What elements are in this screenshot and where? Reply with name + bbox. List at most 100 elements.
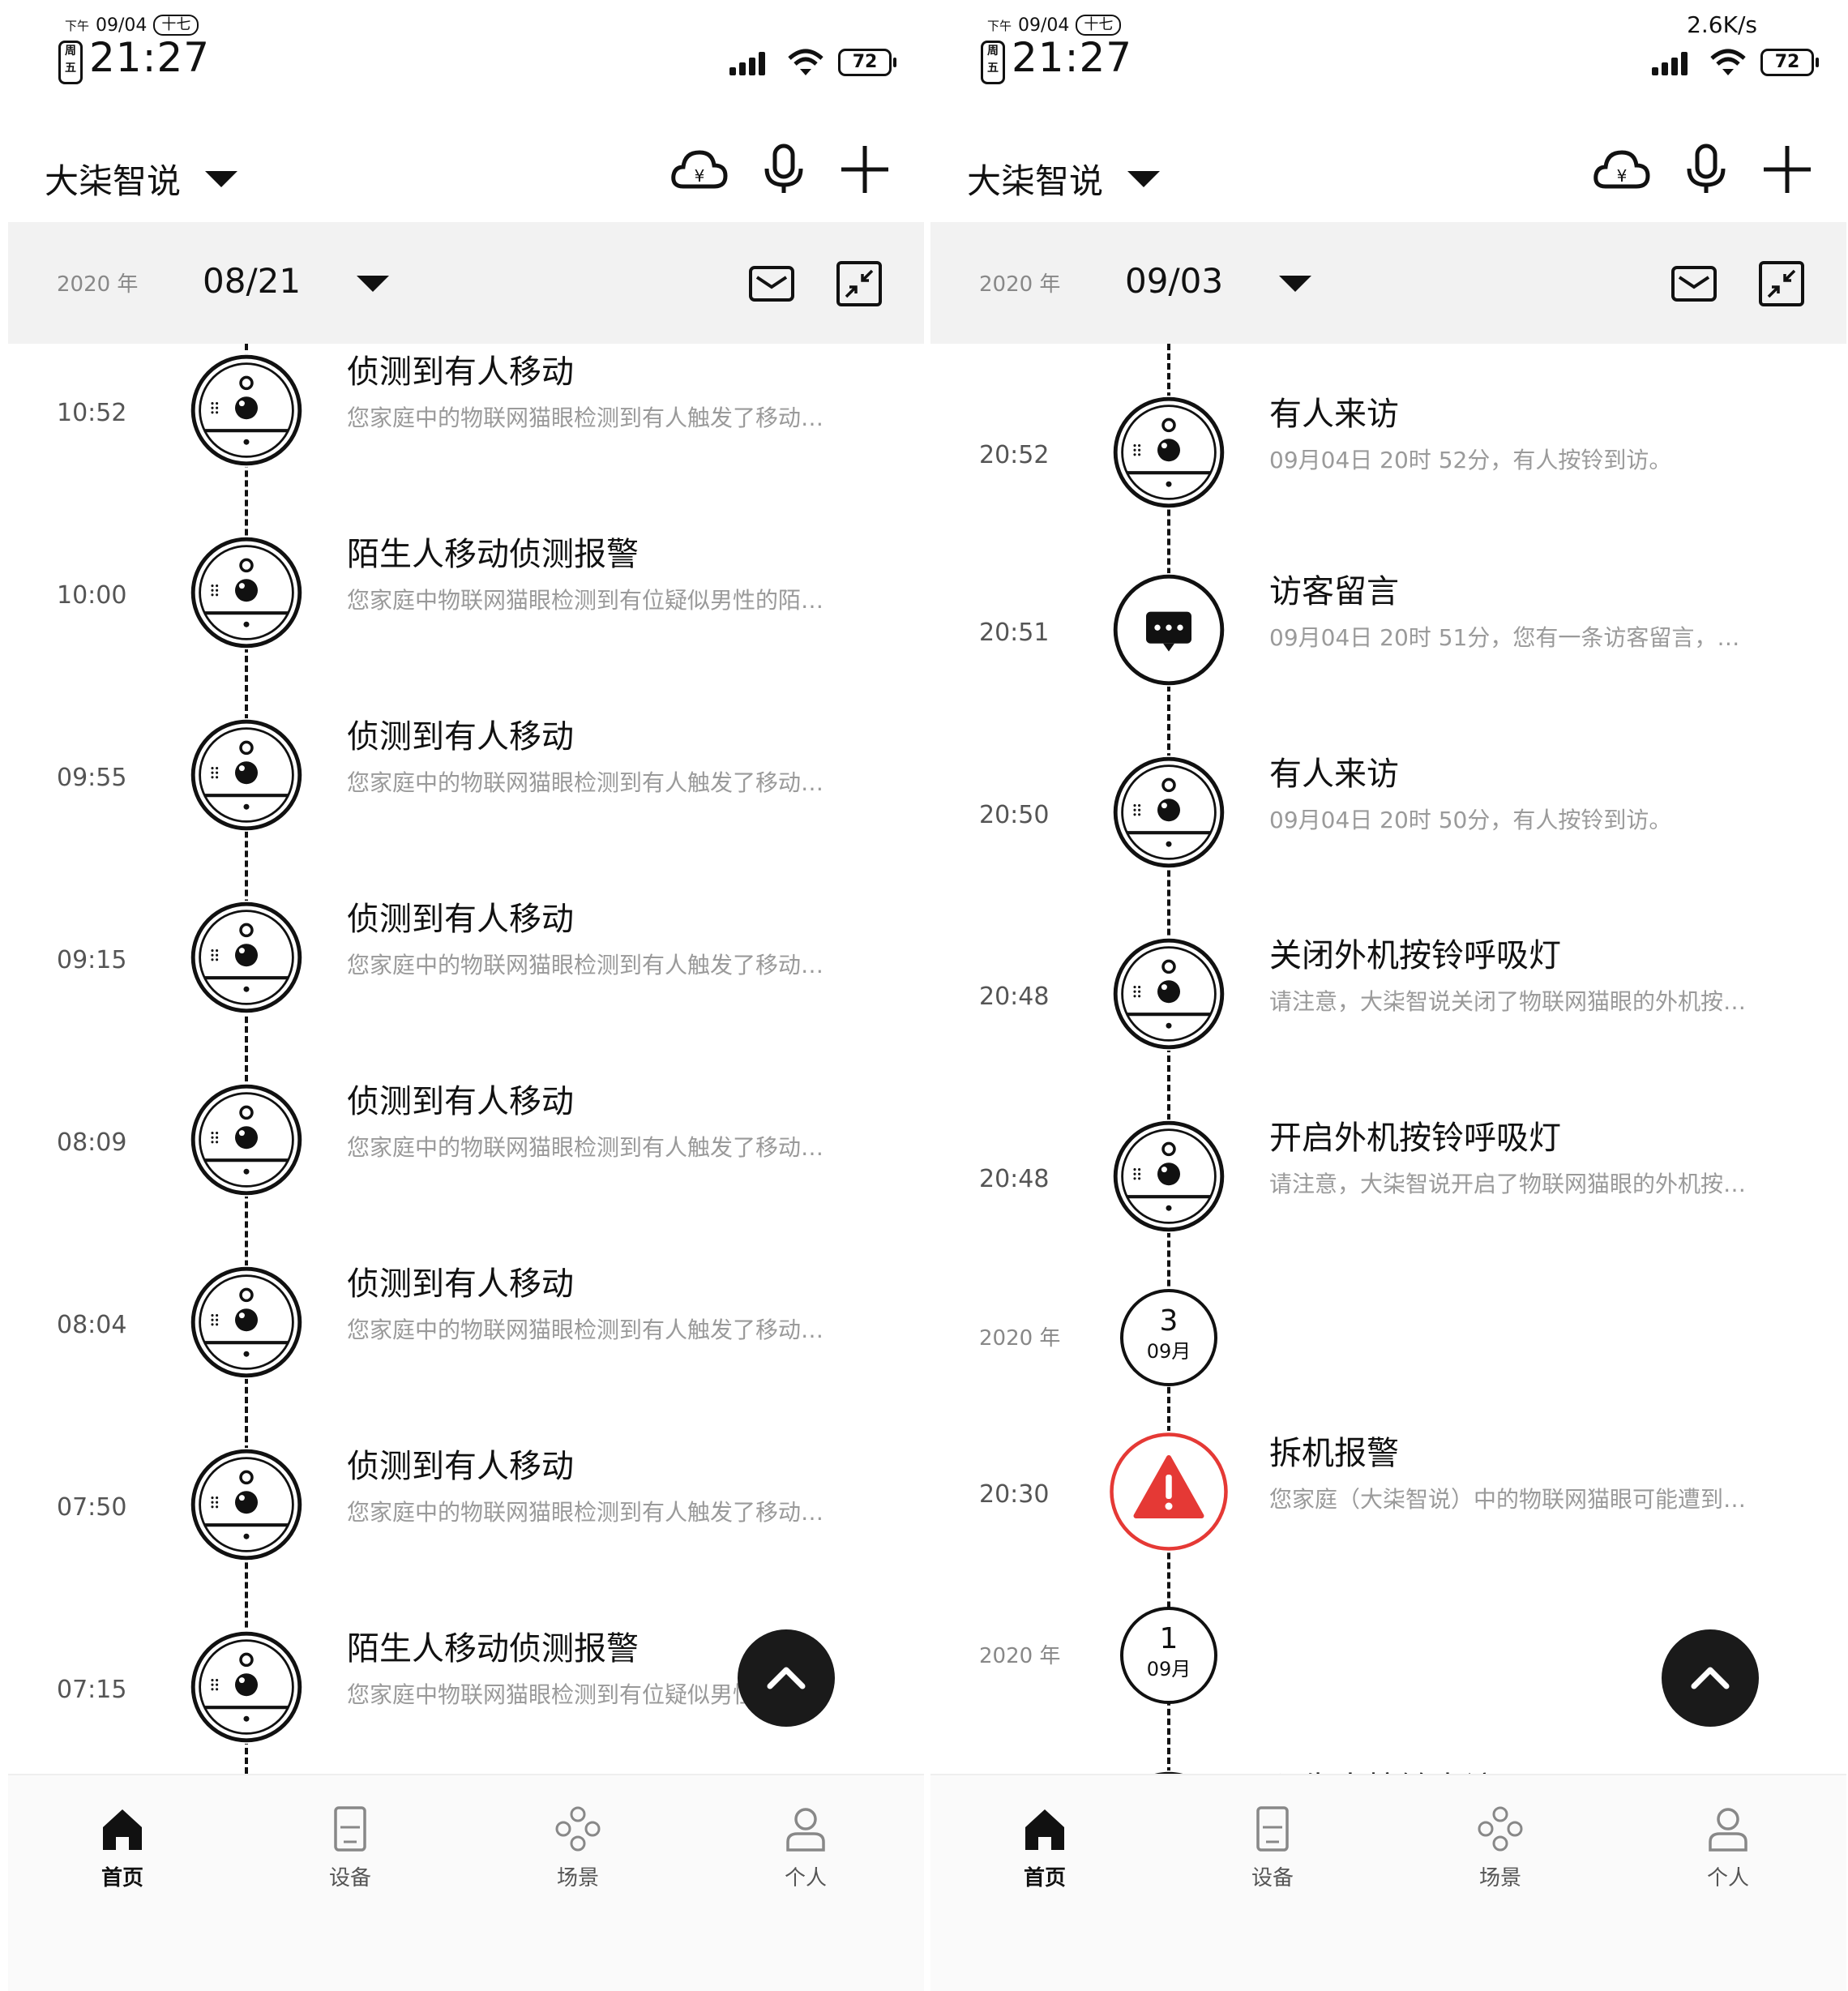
timeline-event[interactable]: 陌生人按铃来访 <box>930 1736 1846 1774</box>
status-pm: 下午 <box>987 18 1012 33</box>
tab-home[interactable]: 首页 <box>980 1803 1110 1891</box>
event-icon-node <box>190 901 303 1014</box>
date-dropdown-icon[interactable] <box>1279 276 1311 292</box>
event-description: 请注意，大柒智说关闭了物联网猫眼的外机按… <box>1269 988 1747 1015</box>
event-icon-node <box>190 1083 303 1197</box>
date-marker-month: 09月 <box>1146 1658 1191 1681</box>
mail-icon[interactable] <box>746 258 798 310</box>
event-timeline: 10:52 侦测到有人移动 您家庭中的物联网猫眼检测到有人触发了移动… 10:00 陌生… <box>8 344 924 1774</box>
mail-icon[interactable] <box>1668 258 1720 310</box>
dropdown-arrow-icon <box>1127 170 1161 187</box>
timeline-event[interactable]: 20:50 有人来访 09月04日 20时 50分，有人按铃到访。 <box>930 721 1846 904</box>
timeline-event[interactable]: 08:04 侦测到有人移动 您家庭中的物联网猫眼检测到有人触发了移动… <box>8 1231 924 1414</box>
event-time: 20:30 <box>979 1480 1050 1509</box>
timeline-event[interactable]: 20:48 关闭外机按铃呼吸灯 请注意，大柒智说关闭了物联网猫眼的外机按… <box>930 903 1846 1085</box>
tab-scene[interactable]: 场景 <box>513 1803 643 1891</box>
date-bar: 2020 年 09/03 <box>930 222 1846 344</box>
cat-eye-device-icon <box>1112 396 1226 509</box>
svg-text:¥: ¥ <box>695 166 705 186</box>
event-time: 10:00 <box>57 581 127 610</box>
event-description: 09月04日 20时 52分，有人按铃到访。 <box>1269 447 1672 473</box>
event-icon-node <box>190 353 303 467</box>
dropdown-arrow-icon <box>205 170 238 187</box>
tab-label: 场景 <box>1478 1866 1521 1890</box>
date-marker: 3 09月 <box>1120 1289 1217 1386</box>
date-marker-day: 1 <box>1159 1622 1179 1655</box>
date-bar-year: 2020 年 <box>57 272 139 297</box>
signal-icon <box>1652 52 1688 75</box>
cat-eye-device-icon <box>190 536 303 649</box>
tab-home[interactable]: 首页 <box>58 1803 187 1891</box>
status-icons: 72 <box>729 49 896 76</box>
event-title: 侦测到有人移动 <box>347 1448 574 1485</box>
event-icon-node <box>190 1448 303 1561</box>
collapse-icon[interactable] <box>833 258 885 310</box>
event-icon-node <box>1112 937 1226 1051</box>
date-marker-month: 09月 <box>1146 1340 1191 1363</box>
tab-scene[interactable]: 场景 <box>1435 1803 1565 1891</box>
cloud-yuan-icon[interactable]: ¥ <box>1591 139 1651 199</box>
home-selector[interactable]: 大柒智说 <box>967 154 1161 203</box>
tab-label: 设备 <box>1251 1866 1294 1890</box>
collapse-icon[interactable] <box>1756 258 1807 310</box>
event-title: 开启外机按铃呼吸灯 <box>1269 1120 1561 1157</box>
chevron-up-icon <box>1691 1667 1730 1689</box>
date-dropdown-icon[interactable] <box>357 276 389 292</box>
event-time: 20:52 <box>979 441 1050 469</box>
add-icon[interactable] <box>835 139 895 199</box>
event-time: 20:48 <box>979 1165 1050 1193</box>
timeline-event[interactable]: 20:48 开启外机按铃呼吸灯 请注意，大柒智说开启了物联网猫眼的外机按… <box>930 1085 1846 1268</box>
tab-device[interactable]: 设备 <box>1208 1803 1337 1891</box>
status-lunar: 十七 <box>153 15 199 36</box>
event-title: 有人来访 <box>1269 396 1399 433</box>
date-marker: 1 09月 <box>1120 1607 1217 1704</box>
date-bar-date[interactable]: 08/21 <box>203 261 301 301</box>
microphone-icon[interactable] <box>754 139 814 199</box>
tab-person[interactable]: 个人 <box>741 1803 871 1891</box>
timeline-event[interactable]: 10:52 侦测到有人移动 您家庭中的物联网猫眼检测到有人触发了移动… <box>8 344 924 502</box>
timeline-event[interactable]: 09:55 侦测到有人移动 您家庭中的物联网猫眼检测到有人触发了移动… <box>8 684 924 867</box>
add-icon[interactable] <box>1757 139 1817 199</box>
tab-label: 个人 <box>1706 1866 1749 1890</box>
event-time: 09:15 <box>57 946 127 974</box>
network-speed: 2.6K/s <box>1687 11 1757 38</box>
timeline-event[interactable]: 07:50 侦测到有人移动 您家庭中的物联网猫眼检测到有人触发了移动… <box>8 1414 924 1596</box>
person-icon <box>1709 1808 1747 1852</box>
cloud-yuan-icon[interactable]: ¥ <box>669 139 729 199</box>
date-marker-year: 2020 年 <box>979 1326 1061 1351</box>
home-selector[interactable]: 大柒智说 <box>45 154 238 203</box>
event-description: 09月04日 20时 51分，您有一条访客留言，… <box>1269 624 1740 651</box>
timeline-event[interactable]: 10:00 陌生人移动侦测报警 您家庭中物联网猫眼检测到有位疑似男性的陌… <box>8 502 924 684</box>
battery-indicator: 72 <box>1760 49 1819 76</box>
event-time: 10:52 <box>57 399 127 427</box>
event-title: 侦测到有人移动 <box>347 901 574 938</box>
event-time: 20:51 <box>979 619 1050 647</box>
battery-indicator: 72 <box>838 49 896 76</box>
home-icon <box>103 1809 142 1850</box>
event-time: 20:48 <box>979 983 1050 1011</box>
event-description: 您家庭中的物联网猫眼检测到有人触发了移动… <box>347 1499 824 1526</box>
timeline-event[interactable]: 08:09 侦测到有人移动 您家庭中的物联网猫眼检测到有人触发了移动… <box>8 1049 924 1231</box>
status-pm: 下午 <box>65 18 90 33</box>
timeline-event[interactable]: 20:52 有人来访 09月04日 20时 52分，有人按铃到访。 <box>930 362 1846 544</box>
event-description: 您家庭中的物联网猫眼检测到有人触发了移动… <box>347 769 824 796</box>
signal-icon <box>729 52 765 75</box>
tab-device[interactable]: 设备 <box>285 1803 415 1891</box>
event-icon-node <box>190 536 303 649</box>
event-description: 您家庭中物联网猫眼检测到有位疑似男性的陌… <box>347 587 824 614</box>
date-bar-date[interactable]: 09/03 <box>1125 261 1223 301</box>
tab-label: 个人 <box>784 1866 827 1890</box>
event-title: 侦测到有人移动 <box>347 718 574 756</box>
timeline-event[interactable]: 09:15 侦测到有人移动 您家庭中的物联网猫眼检测到有人触发了移动… <box>8 867 924 1049</box>
event-icon-node <box>190 1630 303 1744</box>
microphone-icon[interactable] <box>1676 139 1736 199</box>
status-date: 下午 09/04 十七 <box>65 15 199 36</box>
scroll-to-top-button[interactable] <box>1662 1629 1759 1727</box>
timeline-event[interactable]: 20:51 访客留言 09月04日 20时 51分，您有一条访客留言，… <box>930 539 1846 721</box>
cat-eye-device-icon <box>190 1448 303 1561</box>
event-title: 陌生人移动侦测报警 <box>347 1630 639 1668</box>
timeline-event[interactable]: 20:30 拆机报警 您家庭（大柒智说）中的物联网猫眼可能遭到… <box>930 1401 1846 1583</box>
tab-person[interactable]: 个人 <box>1663 1803 1793 1891</box>
status-small-date: 09/04 <box>1018 15 1070 36</box>
scroll-to-top-button[interactable] <box>738 1629 835 1727</box>
